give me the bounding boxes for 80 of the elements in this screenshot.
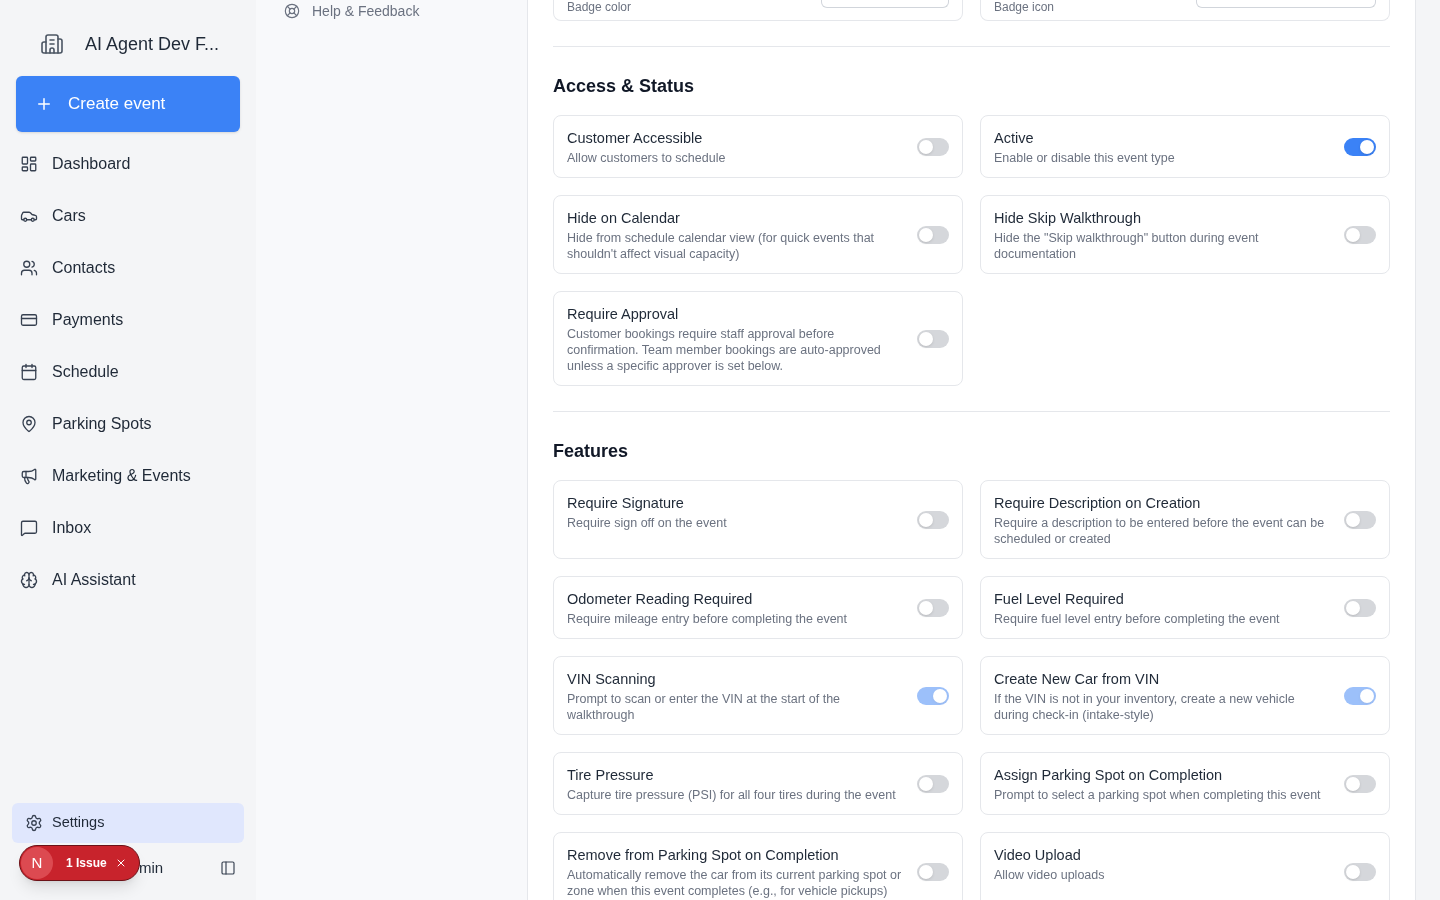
field-label: Badge icon bbox=[994, 0, 1055, 14]
toggle-switch[interactable] bbox=[917, 226, 949, 244]
setting-title: Active bbox=[994, 129, 1035, 148]
setting-description: Prompt to scan or enter the VIN at the start of the walkthrough bbox=[567, 691, 842, 723]
setting-title: Create New Car from VIN bbox=[994, 670, 1161, 689]
setting-title: VIN Scanning bbox=[567, 670, 657, 689]
setting-title: Require Description on Creation bbox=[994, 494, 1202, 513]
input-field[interactable] bbox=[821, 0, 949, 8]
chat-bubble-icon bbox=[20, 519, 38, 537]
issue-count-link[interactable]: 1 Issue bbox=[66, 854, 107, 872]
nav-item[interactable]: Inbox bbox=[12, 502, 244, 554]
map-pin-icon bbox=[20, 415, 38, 433]
toggle-switch[interactable] bbox=[1344, 138, 1376, 156]
settings-icon bbox=[25, 814, 43, 832]
section-heading: Access & Status bbox=[553, 75, 696, 98]
setting-description: Require fuel level entry before completing the event bbox=[994, 611, 1280, 627]
nav-item[interactable]: Payments bbox=[12, 294, 244, 346]
toggle-switch[interactable] bbox=[917, 330, 949, 348]
setting-description: If the VIN is not in your inventory, create a new vehicle during check-in (intake-style) bbox=[994, 691, 1296, 723]
close-icon bbox=[115, 857, 127, 869]
close-button[interactable] bbox=[115, 857, 127, 869]
user-name: min bbox=[139, 857, 164, 878]
lifebuoy-icon bbox=[284, 3, 300, 19]
toggle-switch[interactable] bbox=[1344, 599, 1376, 617]
input-field[interactable] bbox=[1196, 0, 1376, 8]
nav-item[interactable]: Dashboard bbox=[12, 138, 244, 190]
setting-title: Tire Pressure bbox=[567, 766, 655, 785]
setting-description: Capture tire pressure (PSI) for all four tires during the event bbox=[567, 787, 896, 803]
section-heading: Features bbox=[553, 440, 630, 463]
toggle-switch[interactable] bbox=[917, 775, 949, 793]
setting-title: Video Upload bbox=[994, 846, 1082, 865]
toggle-switch[interactable] bbox=[1344, 511, 1376, 529]
toggle-switch[interactable] bbox=[1344, 226, 1376, 244]
setting-title: Assign Parking Spot on Completion bbox=[994, 766, 1224, 785]
grid-icon bbox=[20, 155, 38, 173]
panel-toggle-button[interactable] bbox=[220, 860, 236, 876]
users-icon bbox=[20, 259, 38, 277]
panel-icon bbox=[220, 860, 236, 876]
toggle-switch[interactable] bbox=[1344, 863, 1376, 881]
brain-icon bbox=[20, 571, 38, 589]
setting-description: Hide the "Skip walkthrough" button during event documentation bbox=[994, 230, 1260, 262]
setting-description: Require mileage entry before completing the event bbox=[567, 611, 848, 627]
field-label: Badge color bbox=[567, 0, 632, 14]
setting-description: Automatically remove the car from its current parking spot or zone when this event completes (e.g., for vehicle pickups) bbox=[567, 867, 903, 899]
nav-item[interactable]: Cars bbox=[12, 190, 244, 242]
toggle-switch[interactable] bbox=[917, 138, 949, 156]
setting-description: Require sign off on the event bbox=[567, 515, 727, 531]
megaphone-icon bbox=[20, 467, 38, 485]
credit-card-icon bbox=[20, 311, 38, 329]
setting-title: Require Signature bbox=[567, 494, 685, 513]
toggle-switch[interactable] bbox=[1344, 775, 1376, 793]
help-link[interactable]: Help & Feedback bbox=[256, 0, 527, 22]
nav-item[interactable]: Settings bbox=[12, 803, 244, 843]
setting-title: Hide on Calendar bbox=[567, 209, 681, 228]
calendar-icon bbox=[20, 363, 38, 381]
setting-description: Enable or disable this event type bbox=[994, 150, 1175, 166]
nav-item[interactable]: Contacts bbox=[12, 242, 244, 294]
nav-item[interactable]: Parking Spots bbox=[12, 398, 244, 450]
setting-description: Require a description to be entered before the event can be scheduled or created bbox=[994, 515, 1326, 547]
plus-icon bbox=[35, 95, 53, 113]
setting-description: Customer bookings require staff approval before confirmation. Team member bookings are auto-approved unless a specific approver is set below. bbox=[567, 326, 882, 374]
setting-description: Hide from schedule calendar view (for quick events that shouldn't affect visual capacity) bbox=[567, 230, 876, 262]
organization-name: AI Agent Dev F... bbox=[85, 32, 220, 56]
setting-description: Allow customers to schedule bbox=[567, 150, 726, 166]
setting-title: Odometer Reading Required bbox=[567, 590, 754, 609]
setting-title: Customer Accessible bbox=[567, 129, 704, 148]
toggle-switch[interactable] bbox=[917, 511, 949, 529]
setting-title: Hide Skip Walkthrough bbox=[994, 209, 1142, 228]
setting-title: Require Approval bbox=[567, 305, 680, 324]
nav-item[interactable]: Schedule bbox=[12, 346, 244, 398]
nav-item[interactable]: AI Assistant bbox=[12, 554, 244, 606]
setting-title: Fuel Level Required bbox=[994, 590, 1125, 609]
building-icon bbox=[40, 32, 64, 56]
toggle-switch[interactable] bbox=[917, 863, 949, 881]
create-event-button[interactable]: Create event bbox=[16, 76, 240, 132]
setting-description: Allow video uploads bbox=[994, 867, 1105, 883]
nav-item[interactable]: Marketing & Events bbox=[12, 450, 244, 502]
setting-title: Remove from Parking Spot on Completion bbox=[567, 846, 840, 865]
toggle-switch[interactable] bbox=[917, 599, 949, 617]
setting-description: Prompt to select a parking spot when completing this event bbox=[994, 787, 1321, 803]
